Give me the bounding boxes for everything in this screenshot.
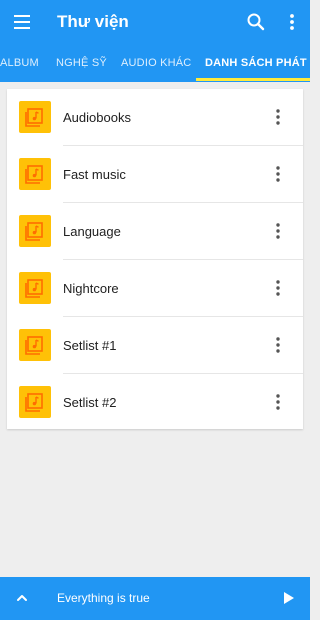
tab-indicator [196,78,310,81]
list-item[interactable]: Setlist #2 [7,374,303,431]
tab-album[interactable]: ALBUM [0,44,39,82]
app-bar: Thư viện ALBUM NGHỆ SỸ AUDIO KHÁC DANH S… [0,0,310,82]
more-vert-icon[interactable] [267,220,289,242]
playlist-icon [19,329,51,361]
list-item[interactable]: Nightcore [7,260,303,317]
playlist-icon [19,386,51,418]
list-item[interactable]: Setlist #1 [7,317,303,374]
tab-bar: ALBUM NGHỆ SỸ AUDIO KHÁC DANH SÁCH PHÁT [0,44,310,82]
list-item[interactable]: Audiobooks [7,89,303,146]
playlist-icon [19,101,51,133]
app-root: Thư viện ALBUM NGHỆ SỸ AUDIO KHÁC DANH S… [0,0,310,620]
playlist-list: Audiobooks Fast music Language Nightcore… [7,89,303,429]
playlist-name: Nightcore [63,281,119,296]
list-item[interactable]: Language [7,203,303,260]
more-vert-icon[interactable] [267,391,289,413]
playlist-name: Setlist #2 [63,395,117,410]
list-item[interactable]: Fast music [7,146,303,203]
tab-other-audio[interactable]: AUDIO KHÁC [121,44,191,82]
playlist-name: Language [63,224,121,239]
toolbar: Thư viện [0,0,310,44]
playlist-name: Setlist #1 [63,338,117,353]
search-icon[interactable] [245,11,267,33]
playlist-icon [19,215,51,247]
more-vert-icon[interactable] [267,334,289,356]
playlist-name: Fast music [63,167,126,182]
page-title: Thư viện [57,12,129,31]
playlist-icon [19,272,51,304]
play-icon[interactable] [278,588,298,608]
chevron-up-icon[interactable] [12,588,32,608]
playlist-icon [19,158,51,190]
now-playing-bar[interactable]: Everything is true [0,577,310,620]
more-vert-icon[interactable] [267,163,289,185]
more-vert-icon[interactable] [267,277,289,299]
hamburger-menu-icon[interactable] [12,12,34,32]
now-playing-title: Everything is true [57,591,150,605]
tab-artists[interactable]: NGHỆ SỸ [56,44,107,82]
tab-playlists[interactable]: DANH SÁCH PHÁT [205,44,307,82]
more-vert-icon[interactable] [267,106,289,128]
playlist-name: Audiobooks [63,110,131,125]
more-vert-icon[interactable] [281,11,303,33]
